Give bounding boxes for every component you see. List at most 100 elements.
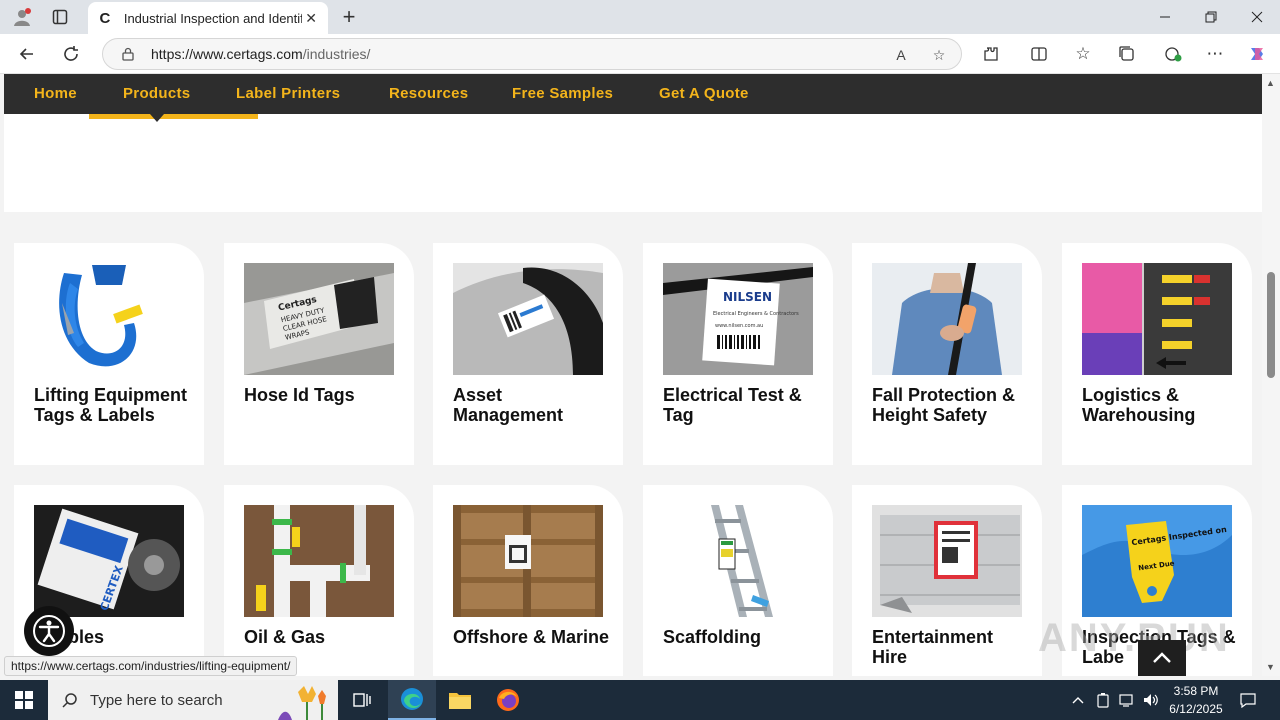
industry-card-label: Offshore & Marine (453, 627, 610, 647)
url-path: /industries/ (302, 46, 371, 62)
industry-card-label: Lifting Equipment Tags & Labels (34, 385, 187, 425)
nilsen-logo-text: NILSEN (723, 290, 772, 304)
page-scrollbar[interactable]: ▲ ▼ (1262, 74, 1280, 676)
site-main-nav: Home Products Label Printers Resources F… (4, 74, 1262, 114)
split-screen-icon[interactable] (1024, 40, 1054, 68)
clock-date: 6/12/2025 (1169, 702, 1223, 716)
lifting-hook-image (34, 263, 184, 375)
close-tab-icon[interactable]: ✕ (302, 9, 320, 27)
windows-logo-icon (15, 691, 33, 709)
industry-card-label: Asset Management (453, 385, 564, 425)
browser-tab-active[interactable]: C Industrial Inspection and Identific ✕ (88, 2, 328, 34)
industry-card-lifting[interactable]: Lifting Equipment Tags & Labels (14, 243, 204, 465)
chevron-up-icon (1153, 652, 1171, 663)
warehouse-shelves-image (1082, 263, 1232, 375)
industry-card-fall-protection[interactable]: Fall Protection & Height Safety (852, 243, 1042, 465)
tab-actions-icon[interactable] (46, 4, 74, 30)
taskbar-search-box[interactable]: Type here to search (48, 680, 338, 720)
file-explorer-icon[interactable] (436, 680, 484, 720)
entertainment-case-image (872, 505, 1022, 617)
task-view-icon[interactable] (338, 680, 386, 720)
address-bar[interactable]: https://www.certags.com/industries/ A ☆ (102, 38, 962, 70)
industry-card-asset[interactable]: Asset Management (433, 243, 623, 465)
industry-card-logistics[interactable]: Logistics & Warehousing (1062, 243, 1252, 465)
anyrun-watermark: ANY.RUN (1038, 616, 1230, 660)
search-placeholder: Type here to search (90, 691, 223, 709)
scrollbar-thumb[interactable] (1267, 272, 1275, 378)
accessibility-button[interactable] (24, 606, 74, 656)
accessibility-icon (33, 615, 65, 647)
clock-time: 3:58 PM (1173, 684, 1219, 698)
scroll-up-icon[interactable]: ▲ (1266, 78, 1275, 88)
nav-get-a-quote[interactable]: Get A Quote (659, 74, 749, 114)
tab-title: Industrial Inspection and Identific (123, 10, 303, 26)
browser-tabstrip: C Industrial Inspection and Identific ✕ … (0, 0, 1280, 34)
minimize-icon[interactable] (1142, 0, 1188, 34)
industry-card-label: Logistics & Warehousing (1082, 385, 1196, 425)
industry-card-hose[interactable]: Certags HEAVY DUTY CLEAR HOSE WRAPS Hose… (224, 243, 414, 465)
refresh-icon[interactable] (56, 40, 86, 68)
industry-card-entertainment[interactable]: Entertainment Hire (852, 485, 1042, 676)
nav-label-printers[interactable]: Label Printers (236, 74, 340, 114)
close-window-icon[interactable] (1234, 0, 1280, 34)
firefox-icon[interactable] (484, 680, 532, 720)
industry-card-label: Entertainment Hire (872, 627, 994, 667)
new-tab-icon[interactable]: + (338, 4, 360, 30)
scroll-down-icon[interactable]: ▼ (1266, 662, 1275, 672)
industry-card-offshore[interactable]: Offshore & Marine (433, 485, 623, 676)
browser-toolbar: https://www.certags.com/industries/ A ☆ … (0, 34, 1280, 74)
network-icon[interactable] (1116, 680, 1138, 720)
windows-taskbar: Type here to search 3:58 PM 6/12/2025 (0, 680, 1280, 720)
renewables-image: CERTEX (34, 505, 184, 617)
inspection-tag-image: Certags Inspected on Next Due (1082, 505, 1232, 617)
offshore-crate-image (453, 505, 603, 617)
asset-label-image (453, 263, 603, 375)
back-to-top-button[interactable] (1138, 640, 1186, 676)
battery-icon[interactable] (1092, 680, 1114, 720)
taskbar-clock[interactable]: 3:58 PM 6/12/2025 (1160, 682, 1232, 718)
favorite-star-icon[interactable]: ☆ (927, 43, 951, 67)
active-nav-caret (150, 114, 164, 122)
hose-tag-image: Certags HEAVY DUTY CLEAR HOSE WRAPS (244, 263, 394, 375)
industry-card-oil-gas[interactable]: Oil & Gas (224, 485, 414, 676)
industry-card-scaffolding[interactable]: Scaffolding (643, 485, 833, 676)
certags-favicon-icon: C (99, 9, 111, 27)
start-button[interactable] (0, 680, 48, 720)
nav-products[interactable]: Products (123, 74, 190, 114)
restore-icon[interactable] (1188, 0, 1234, 34)
more-options-icon[interactable]: ⋯ (1200, 40, 1230, 68)
industry-card-label: Oil & Gas (244, 627, 326, 647)
collections-icon[interactable] (1112, 40, 1142, 68)
oil-gas-pipes-image (244, 505, 394, 617)
url-domain: https://www.certags.com (151, 46, 303, 62)
url-text: https://www.certags.com/industries/ (151, 46, 370, 62)
edge-taskbar-icon[interactable] (388, 680, 436, 720)
nav-resources[interactable]: Resources (389, 74, 468, 114)
page-viewport: Home Products Label Printers Resources F… (4, 74, 1262, 676)
search-icon (62, 693, 77, 708)
active-nav-underline (89, 114, 258, 119)
show-hidden-icons[interactable] (1066, 680, 1090, 720)
status-bar-url: https://www.certags.com/industries/lifti… (4, 656, 298, 676)
read-aloud-icon[interactable]: A (889, 43, 913, 67)
industry-card-electrical[interactable]: NILSEN Electrical Engineers & Contractor… (643, 243, 833, 465)
nav-home[interactable]: Home (34, 74, 77, 114)
profile-icon[interactable] (8, 4, 36, 30)
favorites-icon[interactable]: ☆ (1068, 40, 1098, 68)
fall-protection-image (872, 263, 1022, 375)
copilot-icon[interactable] (1242, 40, 1272, 68)
site-info-icon[interactable] (113, 47, 143, 61)
nilsen-sub-text: Electrical Engineers & Contractors (713, 311, 799, 317)
volume-icon[interactable] (1140, 680, 1162, 720)
notifications-icon[interactable] (1236, 680, 1260, 720)
industry-card-label: Hose Id Tags (244, 385, 355, 405)
nav-free-samples[interactable]: Free Samples (512, 74, 613, 114)
tulips-icon (278, 686, 326, 720)
extensions-icon[interactable] (976, 40, 1006, 68)
scaffolding-ladder-image (663, 505, 813, 617)
industry-card-label: Scaffolding (663, 627, 761, 647)
back-icon[interactable] (12, 40, 42, 68)
browser-essentials-icon[interactable] (1158, 40, 1188, 68)
nilsen-url-text: www.nilsen.com.au (715, 323, 763, 329)
industry-card-label: Fall Protection & Height Safety (872, 385, 1016, 425)
